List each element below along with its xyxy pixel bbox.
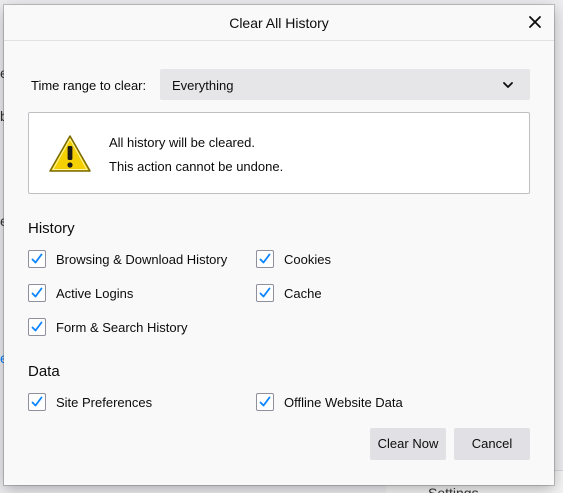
checkbox-box[interactable] <box>28 393 46 411</box>
checkbox-box[interactable] <box>28 250 46 268</box>
checkbox-box[interactable] <box>28 284 46 302</box>
close-icon[interactable] <box>526 13 544 31</box>
checkbox-label: Active Logins <box>56 286 134 301</box>
time-range-row: Time range to clear: Everything <box>30 69 530 101</box>
warning-box: All history will be cleared. This action… <box>28 112 530 194</box>
checkbox-box[interactable] <box>256 250 274 268</box>
checkbox-box[interactable] <box>28 318 46 336</box>
data-section-title: Data <box>28 363 60 380</box>
warning-text-line2: This action cannot be undone. <box>109 159 284 174</box>
chevron-down-icon <box>502 79 514 91</box>
checkbox-label: Browsing & Download History <box>56 252 228 267</box>
warning-icon <box>48 134 92 174</box>
cancel-button[interactable]: Cancel <box>454 428 530 460</box>
history-section-title: History <box>28 220 75 237</box>
checkbox-label: Cache <box>284 286 322 301</box>
checkbox-label: Form & Search History <box>56 320 188 335</box>
time-range-value: Everything <box>172 78 234 93</box>
checkbox-box[interactable] <box>256 393 274 411</box>
checkbox-label: Site Preferences <box>56 395 153 410</box>
background-settings-label: Settings <box>428 485 479 493</box>
time-range-label: Time range to clear: <box>31 78 147 93</box>
dialog-titlebar: Clear All History <box>4 5 554 41</box>
warning-text-line1: All history will be cleared. <box>109 135 255 150</box>
checkbox-label: Offline Website Data <box>284 395 403 410</box>
checkbox-box[interactable] <box>256 284 274 302</box>
dialog-title: Clear All History <box>229 15 329 31</box>
clear-history-dialog: Clear All History Time range to clear: E… <box>4 5 554 485</box>
checkbox-label: Cookies <box>284 252 331 267</box>
clear-now-button[interactable]: Clear Now <box>370 428 446 460</box>
time-range-dropdown[interactable]: Everything <box>160 69 530 100</box>
